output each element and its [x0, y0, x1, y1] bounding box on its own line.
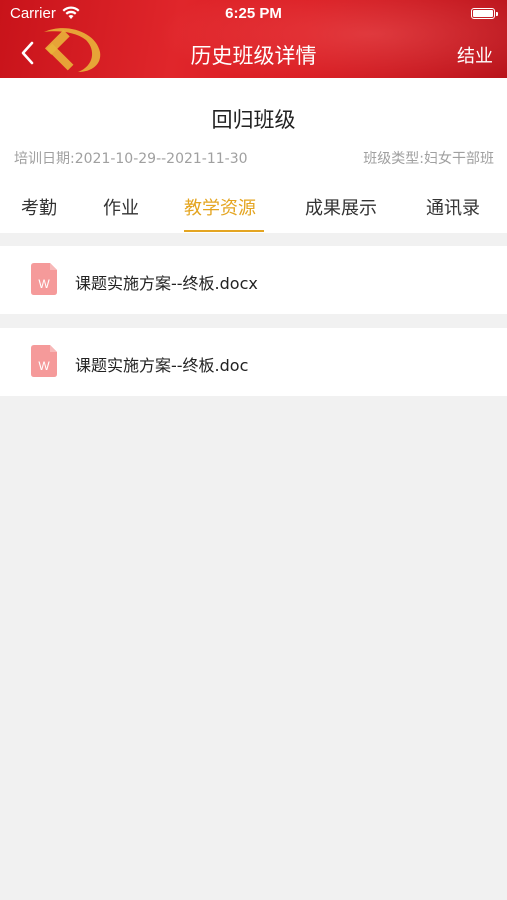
class-type: 班级类型:妇女干部班	[363, 151, 494, 167]
word-file-icon: W	[31, 263, 57, 295]
active-tab-indicator	[184, 230, 264, 232]
tab-homework[interactable]: 作业	[103, 194, 139, 232]
word-file-icon: W	[31, 345, 57, 377]
status-bar: Carrier 6:25 PM	[0, 0, 507, 28]
tab-bar: 考勤 作业 教学资源 成果展示 通讯录	[0, 194, 507, 234]
header-bar: Carrier 6:25 PM 历史班级详情 结业	[0, 0, 507, 78]
page-title: 历史班级详情	[190, 44, 317, 68]
file-name: 课题实施方案--终板.doc	[75, 356, 249, 375]
file-list-item[interactable]: W 课题实施方案--终板.docx	[0, 246, 507, 314]
file-name: 课题实施方案--终板.docx	[75, 274, 258, 293]
training-date: 培训日期:2021-10-29--2021-11-30	[14, 151, 248, 167]
status-time: 6:25 PM	[225, 5, 282, 22]
svg-text:W: W	[38, 359, 50, 373]
class-name: 回归班级	[211, 108, 296, 132]
file-list-item[interactable]: W 课题实施方案--终板.doc	[0, 328, 507, 396]
tab-teaching-resources[interactable]: 教学资源	[184, 194, 256, 232]
tab-attendance[interactable]: 考勤	[21, 194, 57, 232]
tab-contacts[interactable]: 通讯录	[426, 194, 480, 232]
svg-text:W: W	[38, 277, 50, 291]
battery-icon	[471, 8, 498, 19]
tab-achievements[interactable]: 成果展示	[305, 194, 377, 232]
class-info-card: 回归班级 培训日期:2021-10-29--2021-11-30 班级类型:妇女…	[0, 78, 507, 233]
graduate-button[interactable]: 结业	[457, 42, 493, 68]
